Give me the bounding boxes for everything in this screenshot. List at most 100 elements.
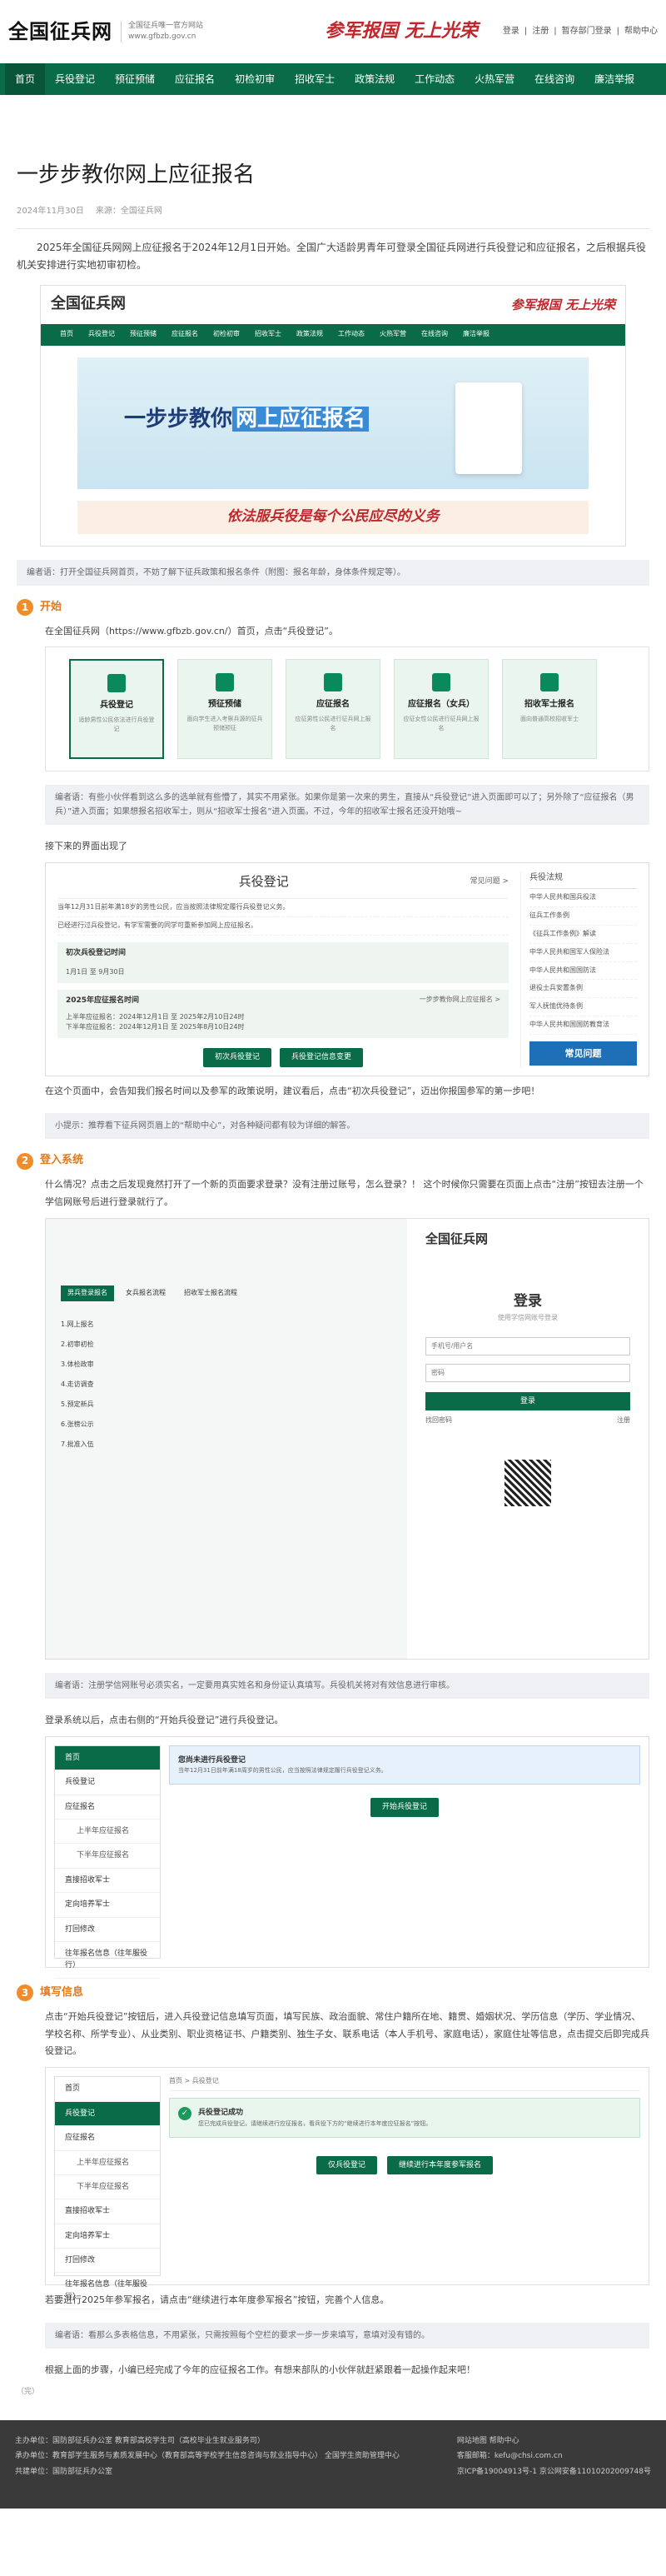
footer-line: 承办单位：教育部学生服务与素质发展中心（教育部高等学校学生信息咨询与就业指导中心…	[15, 2452, 400, 2461]
slogan: 参军报国 无上光荣	[325, 20, 478, 42]
law-link[interactable]: 军人抚恤优待条例	[529, 998, 637, 1016]
menu-apply-first-half[interactable]: 上半年应征报名	[55, 1820, 160, 1845]
help-link[interactable]: 帮助中心	[624, 25, 658, 38]
nav-home[interactable]: 首页	[5, 63, 46, 95]
password-field[interactable]	[425, 1363, 630, 1382]
flow-panel: 男兵登录报名 女兵报名流程 招收军士报名流程 1.网上报名 2.初审初检 3.体…	[46, 1218, 407, 1659]
menu-apply-second-half[interactable]: 下半年应征报名	[55, 2175, 160, 2200]
registration-panel: 兵役登记 常见问题 > 当年12月31日前年满18岁的男性公民，应当按照法律规定…	[45, 862, 649, 1076]
shot-slogan: 参军报国 无上光荣	[510, 297, 615, 312]
card-title: 招收军士报名	[524, 700, 574, 710]
guide-link[interactable]: 一步步教你网上应征报名 >	[420, 995, 500, 1006]
breadcrumb: 首页 > 兵役登记	[169, 2076, 640, 2092]
step-1-text-2: 接下来的界面出现了	[45, 841, 127, 852]
registration-notice: 您尚未进行兵役登记 当年12月31日前年满18周岁的男性公民，应当按照法律规定履…	[169, 1745, 640, 1785]
banner-text-b: 网上应征报名	[232, 406, 370, 432]
login-screenshot: 男兵登录报名 女兵报名流程 招收军士报名流程 1.网上报名 2.初审初检 3.体…	[45, 1217, 649, 1660]
nav-check[interactable]: 初检初审	[225, 63, 285, 95]
menu-apply[interactable]: 应征报名	[55, 2126, 160, 2151]
check-icon: ✓	[178, 2107, 191, 2121]
login-link[interactable]: 登录	[503, 25, 519, 38]
menu-nco-directed[interactable]: 定向培养军士	[55, 1893, 160, 1918]
nav-camp[interactable]: 火热军营	[465, 63, 524, 95]
flow-tab[interactable]: 招收军士报名流程	[177, 1286, 244, 1301]
card-nco[interactable]: 招收军士报名 面向普通高校招收军士	[502, 659, 597, 760]
duty-banner: 依法服兵役是每个公民应尽的义务	[77, 500, 589, 534]
shot-nav-item: 初检初审	[213, 330, 240, 338]
shot-nav-item: 火热军营	[380, 330, 406, 338]
dept-login-link[interactable]: 暂存部门登录	[562, 25, 612, 38]
register-link[interactable]: 注册	[532, 25, 549, 38]
login-panel: 全国征兵网 登录 使用学信网账号登录 登录 找回密码 注册	[407, 1219, 649, 1659]
homepage-screenshot: 全国征兵网 参军报国 无上光荣 首页 兵役登记 预征预储 应征报名 初检初审 招…	[40, 284, 626, 547]
menu-nco-directed[interactable]: 定向培养军士	[55, 2224, 160, 2249]
nav-news[interactable]: 工作动态	[405, 63, 465, 95]
card-apply-male[interactable]: 应征报名 应征男性公民进行征兵网上报名	[286, 659, 380, 760]
footer-links[interactable]: 网站地图 帮助中心	[457, 2434, 651, 2449]
menu-registration[interactable]: 兵役登记	[55, 1770, 160, 1795]
faq-link[interactable]: 常见问题 >	[470, 876, 509, 887]
continue-apply-button[interactable]: 继续进行本年度参军报名	[387, 2155, 494, 2175]
menu-apply[interactable]: 应征报名	[55, 1795, 160, 1820]
menu-return-edit[interactable]: 打回修改	[55, 2249, 160, 2274]
flow-step: 7.批准入伍	[61, 1440, 94, 1448]
step-2-text: 什么情况？点击之后发现竟然打开了一个新的页面要求登录？没有注册过账号，怎么登录？…	[45, 1179, 644, 1208]
shot-nav-item: 预征预储	[130, 330, 157, 338]
step-number: 2	[17, 1152, 33, 1170]
law-link[interactable]: 《征兵工作条例》解读	[529, 926, 637, 944]
nav-registration[interactable]: 兵役登记	[45, 63, 105, 95]
menu-apply-first-half[interactable]: 上半年应征报名	[55, 2151, 160, 2175]
law-link[interactable]: 中华人民共和国国防法	[529, 962, 637, 981]
menu-registration[interactable]: 兵役登记	[55, 2101, 160, 2127]
tip-note: 小提示：推荐看下征兵网页眉上的“帮助中心”，对各种疑问都有较为详细的解答。	[45, 1113, 649, 1140]
forgot-password-link[interactable]: 找回密码	[425, 1415, 452, 1426]
menu-return-edit[interactable]: 打回修改	[55, 1918, 160, 1942]
flow-tab[interactable]: 男兵登录报名	[61, 1285, 114, 1301]
success-box: ✓ 兵役登记成功 您已完成兵役登记，请继续进行应征报名，看兵役下方的“继续进行本…	[169, 2098, 640, 2138]
login-button[interactable]: 登录	[425, 1391, 630, 1411]
flow-tab[interactable]: 女兵报名流程	[119, 1286, 172, 1301]
law-link[interactable]: 中华人民共和国国防教育法	[529, 1016, 637, 1035]
law-link[interactable]: 中华人民共和国兵役法	[529, 889, 637, 908]
site-logo[interactable]: 全国征兵网	[8, 16, 112, 47]
shot-logo: 全国征兵网	[51, 295, 126, 313]
nav-pre-enlist[interactable]: 预征预储	[105, 63, 165, 95]
dashboard-menu: 首页 兵役登记 应征报名 上半年应征报名 下半年应征报名 直接招收军士 定向培养…	[54, 2076, 161, 2310]
register-link[interactable]: 注册	[617, 1415, 630, 1426]
menu-home[interactable]: 首页	[55, 2077, 160, 2102]
nav-consult[interactable]: 在线咨询	[524, 63, 584, 95]
nav-nco[interactable]: 招收军士	[285, 63, 345, 95]
step-title: 开始	[40, 600, 62, 613]
first-registration-button[interactable]: 初次兵役登记	[202, 1048, 271, 1067]
login-title: 登录	[514, 1292, 542, 1310]
footer-line: 主办单位：国防部征兵办公室 教育部高校学生司（高校毕业生就业服务司）	[15, 2436, 265, 2445]
card-pre-enlist[interactable]: 预征预储 面向学生进入考察兵源的征兵预储预征	[177, 659, 272, 760]
law-link[interactable]: 退役士兵安置条例	[529, 980, 637, 999]
username-field[interactable]	[425, 1336, 630, 1355]
menu-apply-second-half[interactable]: 下半年应征报名	[55, 1844, 160, 1869]
footer-icp[interactable]: 京ICP备19004913号-1 京公网安备11010202009748号	[457, 2464, 651, 2480]
menu-past-info[interactable]: 往年报名信息（往年服役行）	[55, 1942, 160, 1979]
logo-subtitle: 全国征兵唯一官方网站 www.gfbzb.gov.cn	[121, 21, 203, 42]
footer-email[interactable]: 客服邮箱：kefu@chsi.com.cn	[457, 2449, 651, 2464]
menu-nco-direct[interactable]: 直接招收军士	[55, 1869, 160, 1894]
nav-report[interactable]: 廉洁举报	[584, 63, 644, 95]
faq-button[interactable]: 常见问题	[529, 1041, 637, 1066]
law-link[interactable]: 征兵工作条例	[529, 907, 637, 926]
card-title: 应征报名（女兵）	[408, 700, 475, 710]
editor-note: 编者语：有些小伙伴看到这么多的选单就有些懵了，其实不用紧张。如果你是第一次来的男…	[45, 785, 649, 826]
law-link[interactable]: 中华人民共和国军人保险法	[529, 944, 637, 962]
registration-only-button[interactable]: 仅兵役登记	[316, 2155, 377, 2175]
shot-nav-item: 兵役登记	[88, 330, 115, 338]
menu-home[interactable]: 首页	[55, 1745, 160, 1771]
card-registration[interactable]: 兵役登记 适龄男性公民依法进行兵役登记	[69, 659, 164, 760]
registration-change-button[interactable]: 兵役登记信息变更	[280, 1048, 364, 1067]
card-apply-female[interactable]: 应征报名（女兵） 应征女性公民进行征兵网上报名	[394, 659, 489, 760]
start-registration-button[interactable]: 开始兵役登记	[370, 1798, 439, 1817]
shot-nav-item: 工作动态	[338, 330, 365, 338]
nav-policy[interactable]: 政策法规	[345, 63, 405, 95]
footer-line: 共建单位：国防部征兵办公室	[15, 2468, 113, 2477]
nav-apply[interactable]: 应征报名	[165, 63, 225, 95]
editor-note: 编者语：看那么多表格信息，不用紧张，只需按照每个空栏的要求一步一步来填写，意填对…	[45, 2323, 649, 2349]
menu-nco-direct[interactable]: 直接招收军士	[55, 2199, 160, 2224]
